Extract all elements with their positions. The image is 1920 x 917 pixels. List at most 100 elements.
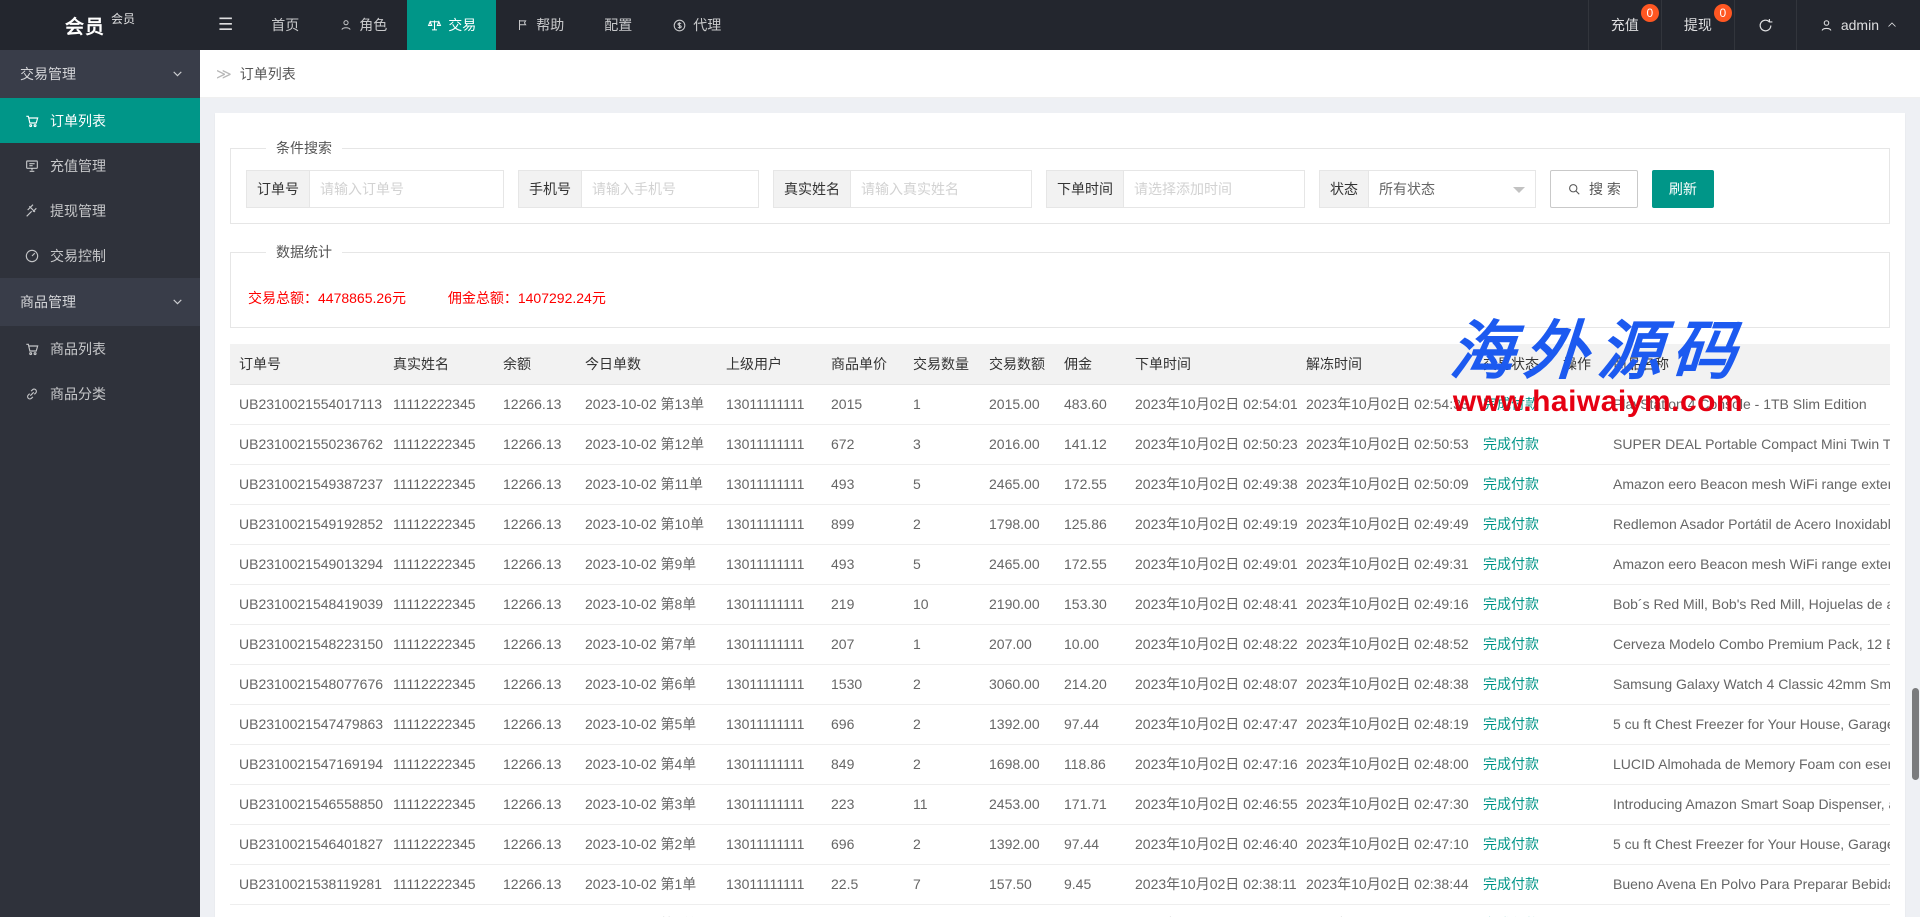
total-commission-stat: 佣金总额：1407292.24元 bbox=[448, 290, 606, 306]
cell-today-count: 2023-10-02 第10单 bbox=[576, 504, 717, 544]
link-icon bbox=[24, 386, 40, 402]
cell-actions bbox=[1554, 824, 1604, 864]
cell-balance: 12266.13 bbox=[494, 904, 576, 917]
orders-table-body: UB2310021554017113 11112222345 12266.13 … bbox=[230, 384, 1890, 917]
cell-real-name: 11112222345 bbox=[384, 544, 494, 584]
table-row[interactable]: UB2310021549387237 11112222345 12266.13 … bbox=[230, 464, 1890, 504]
cell-order-time: 2023年10月02日 02:48:22 bbox=[1126, 624, 1297, 664]
cell-commission: 97.44 bbox=[1055, 824, 1126, 864]
nav-item-roles[interactable]: 角色 bbox=[319, 0, 407, 50]
user-icon bbox=[1819, 18, 1834, 33]
table-row[interactable]: UB2310021547479863 11112222345 12266.13 … bbox=[230, 704, 1890, 744]
sidebar-group-label: 交易管理 bbox=[20, 66, 76, 82]
search-form: 订单号 手机号 真实姓名 下单时间 状态 bbox=[246, 170, 1874, 208]
order-time-input[interactable] bbox=[1123, 170, 1305, 208]
cell-parent-user: 13011111111 bbox=[717, 624, 822, 664]
order-no-input[interactable] bbox=[309, 170, 504, 208]
table-row[interactable]: UB2310021547169194 11112222345 12266.13 … bbox=[230, 744, 1890, 784]
sidebar: 交易管理 订单列表 充值管理 提现管理 交易控制 商品管理 商品列表 商品分类 bbox=[0, 50, 200, 917]
cell-today-count: 2023-10-02 第7单 bbox=[576, 624, 717, 664]
nav-label: 首页 bbox=[271, 0, 299, 50]
table-row[interactable]: UB2310021546558850 11112222345 12266.13 … bbox=[230, 784, 1890, 824]
real-name-input[interactable] bbox=[850, 170, 1032, 208]
table-row[interactable]: UB2310021550236762 11112222345 12266.13 … bbox=[230, 424, 1890, 464]
sidebar-item-label: 商品列表 bbox=[50, 339, 106, 359]
cell-order-no: UB2310021547479863 bbox=[230, 704, 384, 744]
scale-icon bbox=[427, 18, 442, 33]
cell-parent-user: 13011111111 bbox=[717, 504, 822, 544]
withdraw-label: 提现 bbox=[1684, 0, 1712, 50]
chevron-up-icon bbox=[1886, 19, 1898, 31]
user-menu[interactable]: admin bbox=[1796, 0, 1920, 50]
cell-order-no: UB2307020356225084 bbox=[230, 904, 384, 917]
cell-order-no: UB2310021548419039 bbox=[230, 584, 384, 624]
cell-actions bbox=[1554, 504, 1604, 544]
sidebar-item-trade-control[interactable]: 交易控制 bbox=[0, 233, 200, 278]
sidebar-item-order-list[interactable]: 订单列表 bbox=[0, 98, 200, 143]
sidebar-group-trade-management[interactable]: 交易管理 bbox=[0, 50, 200, 98]
table-row[interactable]: UB2310021549192852 11112222345 12266.13 … bbox=[230, 504, 1890, 544]
cell-order-no: UB2310021538119281 bbox=[230, 864, 384, 904]
refresh-page-button[interactable] bbox=[1734, 0, 1796, 50]
cell-real-name: 11112222345 bbox=[384, 824, 494, 864]
cell-unit-price: 899 bbox=[822, 504, 904, 544]
table-row[interactable]: UB2310021548223150 11112222345 12266.13 … bbox=[230, 624, 1890, 664]
column-header: 下单时间 bbox=[1126, 344, 1297, 384]
cell-parent-user: 13011111111 bbox=[717, 744, 822, 784]
withdraw-button[interactable]: 提现 0 bbox=[1661, 0, 1734, 50]
nav-item-help[interactable]: 帮助 bbox=[496, 0, 584, 50]
cell-balance: 12266.13 bbox=[494, 744, 576, 784]
cell-today-count: 2023-10-02 第9单 bbox=[576, 544, 717, 584]
breadcrumb: ≫ 订单列表 bbox=[200, 50, 1920, 98]
refresh-button[interactable]: 刷新 bbox=[1652, 170, 1714, 208]
cell-product-name: LUCID Almohada de Memory Foam con esenci… bbox=[1604, 744, 1890, 784]
vertical-scrollbar-thumb[interactable] bbox=[1912, 688, 1919, 780]
topbar-right: 充值 0 提现 0 admin bbox=[1588, 0, 1920, 50]
nav-item-agent[interactable]: 代理 bbox=[652, 0, 741, 50]
phone-input[interactable] bbox=[581, 170, 759, 208]
cell-order-time: 2023年10月02日 02:50:23 bbox=[1126, 424, 1297, 464]
search-button-label: 搜 索 bbox=[1589, 179, 1621, 199]
cell-commission: 171.71 bbox=[1055, 784, 1126, 824]
cell-product-name: 5 cu ft Chest Freezer for Your House, Ga… bbox=[1604, 824, 1890, 864]
recharge-button[interactable]: 充值 0 bbox=[1588, 0, 1661, 50]
cell-real-name: 11112222345 bbox=[384, 864, 494, 904]
table-row[interactable]: UB2310021546401827 11112222345 12266.13 … bbox=[230, 824, 1890, 864]
nav-item-config[interactable]: 配置 bbox=[584, 0, 652, 50]
status-select[interactable]: 所有状态 bbox=[1368, 170, 1536, 208]
order-list-card: 条件搜索 订单号 手机号 真实姓名 下单时间 bbox=[215, 113, 1905, 917]
cell-order-time: 2023年10月02日 02:48:07 bbox=[1126, 664, 1297, 704]
nav-label: 代理 bbox=[693, 0, 721, 50]
nav-item-trade[interactable]: 交易 bbox=[407, 0, 496, 50]
cell-real-name: 11112222345 bbox=[384, 784, 494, 824]
table-row[interactable]: UB2310021548419039 11112222345 12266.13 … bbox=[230, 584, 1890, 624]
cell-amount: 2465.00 bbox=[980, 544, 1055, 584]
cell-order-time: 2023年10月02日 02:38:11 bbox=[1126, 864, 1297, 904]
table-row[interactable]: UB2310021554017113 11112222345 12266.13 … bbox=[230, 384, 1890, 424]
table-row[interactable]: UB2310021548077676 11112222345 12266.13 … bbox=[230, 664, 1890, 704]
status-label: 状态 bbox=[1319, 170, 1368, 208]
sidebar-item-withdraw-management[interactable]: 提现管理 bbox=[0, 188, 200, 233]
table-row[interactable]: UB2307020356225084 11112222345 12266.13 … bbox=[230, 904, 1890, 917]
cell-product-name: Cerveza Modelo Combo Premium Pack, 12 Bo… bbox=[1604, 624, 1890, 664]
cell-status: 完成付款 bbox=[1474, 424, 1554, 464]
cell-unfreeze-time: 2023年10月02日 02:49:49 bbox=[1297, 504, 1474, 544]
sidebar-item-recharge-management[interactable]: 充值管理 bbox=[0, 143, 200, 188]
cell-parent-user: 13011111111 bbox=[717, 424, 822, 464]
cell-today-count: 2023-10-02 第12单 bbox=[576, 424, 717, 464]
sidebar-item-product-list[interactable]: 商品列表 bbox=[0, 326, 200, 371]
table-row[interactable]: UB2310021538119281 11112222345 12266.13 … bbox=[230, 864, 1890, 904]
sidebar-item-product-category[interactable]: 商品分类 bbox=[0, 371, 200, 416]
search-button[interactable]: 搜 索 bbox=[1550, 170, 1638, 208]
phone-label: 手机号 bbox=[518, 170, 581, 208]
table-row[interactable]: UB2310021549013294 11112222345 12266.13 … bbox=[230, 544, 1890, 584]
cell-unit-price: 493 bbox=[822, 544, 904, 584]
menu-collapse-icon[interactable]: ☰ bbox=[200, 0, 251, 50]
cell-status: 完成付款 bbox=[1474, 504, 1554, 544]
sidebar-group-product-management[interactable]: 商品管理 bbox=[0, 278, 200, 326]
cell-real-name: 11112222345 bbox=[384, 704, 494, 744]
logo-subtext: 会员 bbox=[111, 10, 135, 27]
cell-order-no: UB2310021548077676 bbox=[230, 664, 384, 704]
cell-unit-price: 2015 bbox=[822, 384, 904, 424]
nav-item-home[interactable]: 首页 bbox=[251, 0, 319, 50]
